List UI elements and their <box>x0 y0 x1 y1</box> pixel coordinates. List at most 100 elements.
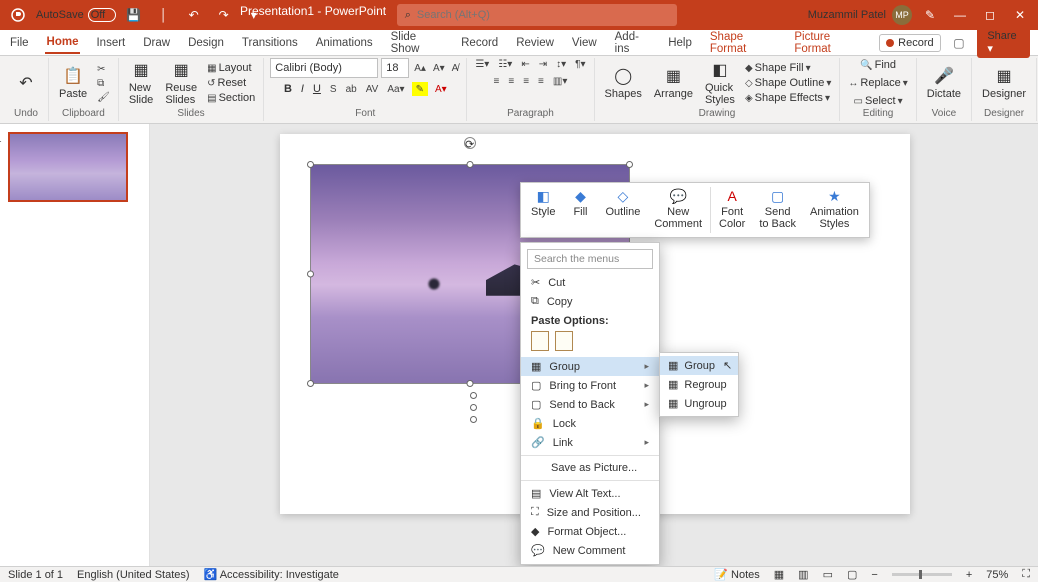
shrink-font-button[interactable]: A▾ <box>431 58 447 78</box>
user-account[interactable]: Muzammil Patel MP <box>808 5 912 25</box>
cut-button[interactable]: ✂ <box>95 63 112 76</box>
font-color-button[interactable]: A▾ <box>433 82 449 96</box>
ctx-size-position[interactable]: ⛶Size and Position... <box>521 503 659 522</box>
ctx-format-object[interactable]: ◆Format Object... <box>521 522 659 541</box>
status-accessibility[interactable]: ♿ Accessibility: Investigate <box>204 568 339 581</box>
select-button[interactable]: ▭ Select ▾ <box>852 94 905 108</box>
layout-button[interactable]: ▦ Layout <box>205 61 257 75</box>
status-notes[interactable]: 📝 Notes <box>714 568 760 581</box>
replace-button[interactable]: ↔ Replace ▾ <box>846 76 909 90</box>
status-slide[interactable]: Slide 1 of 1 <box>8 569 63 581</box>
outdent-button[interactable]: ⇤ <box>519 58 531 71</box>
restore-icon[interactable]: ◻ <box>978 3 1002 27</box>
rotate-handle[interactable]: ⟳ <box>464 137 476 149</box>
clear-format-button[interactable]: A̸ <box>450 58 461 78</box>
linespacing-button[interactable]: ↕▾ <box>554 58 568 71</box>
find-button[interactable]: 🔍 Find <box>858 58 898 72</box>
bullets-button[interactable]: ☰▾ <box>473 58 491 71</box>
font-name-select[interactable]: Calibri (Body) <box>270 58 378 78</box>
shadow-button[interactable]: ab <box>344 82 359 96</box>
pen-icon[interactable]: ✎ <box>918 3 942 27</box>
tab-slideshow[interactable]: Slide Show <box>389 27 446 59</box>
paste-option-1[interactable] <box>531 331 549 351</box>
view-sorter-icon[interactable]: ▥ <box>798 568 808 581</box>
undo-button[interactable]: ↶ <box>10 71 42 95</box>
ctx-bring-to-front[interactable]: ▢Bring to Front▸ <box>521 376 659 395</box>
shapes-button[interactable]: ◯Shapes <box>601 64 646 102</box>
shape2-handle3[interactable] <box>470 416 477 423</box>
mt-anim[interactable]: ★Animation Styles <box>804 187 865 233</box>
ctx-copy[interactable]: ⧉Copy <box>521 292 659 311</box>
shape2-handle2[interactable] <box>470 404 477 411</box>
indent-button[interactable]: ⇥ <box>537 58 549 71</box>
sub-group[interactable]: ▦Group↖ <box>660 356 738 375</box>
quickstyles-button[interactable]: ◧Quick Styles <box>701 58 739 108</box>
align-center-button[interactable]: ≡ <box>506 75 516 88</box>
paste-option-2[interactable] <box>555 331 573 351</box>
present-icon[interactable]: ▢ <box>949 31 970 55</box>
zoom-in-icon[interactable]: + <box>966 569 972 581</box>
view-reading-icon[interactable]: ▭ <box>823 568 833 581</box>
close-icon[interactable]: ✕ <box>1008 3 1032 27</box>
copy-button[interactable]: ⧉ <box>95 77 112 90</box>
mt-fill[interactable]: ◆Fill <box>563 187 597 233</box>
tab-home[interactable]: Home <box>45 32 81 54</box>
shape-fill-button[interactable]: ◆ Shape Fill ▾ <box>743 61 833 75</box>
resize-handle-nw[interactable] <box>307 161 314 168</box>
ctx-lock[interactable]: 🔒Lock <box>521 414 659 433</box>
font-size-select[interactable]: 18 <box>381 58 409 78</box>
shape2-handle1[interactable] <box>470 392 477 399</box>
mt-style[interactable]: ◧Style <box>525 187 561 233</box>
zoom-level[interactable]: 75% <box>986 569 1008 581</box>
justify-button[interactable]: ≡ <box>536 75 546 88</box>
tab-picture-format[interactable]: Picture Format <box>792 27 865 59</box>
numbering-button[interactable]: ☷▾ <box>496 58 514 71</box>
zoom-slider[interactable] <box>892 573 952 576</box>
tab-draw[interactable]: Draw <box>141 33 172 53</box>
resize-handle-ne[interactable] <box>626 161 633 168</box>
ctx-group[interactable]: ▦Group▸ <box>521 357 659 376</box>
arrange-button[interactable]: ▦Arrange <box>650 64 697 102</box>
reset-button[interactable]: ↺ Reset <box>205 76 257 90</box>
ctx-cut[interactable]: ✂Cut <box>521 273 659 292</box>
undo-icon[interactable]: ↶ <box>182 3 206 27</box>
section-button[interactable]: ▤ Section <box>205 91 257 105</box>
tab-addins[interactable]: Add-ins <box>613 27 653 59</box>
record-button[interactable]: Record <box>879 34 940 52</box>
tab-view[interactable]: View <box>570 33 599 53</box>
underline-button[interactable]: U <box>311 82 323 96</box>
highlight-button[interactable]: ✎ <box>412 82 428 96</box>
autosave-toggle[interactable]: AutoSave Off <box>36 8 116 22</box>
ctx-send-to-back[interactable]: ▢Send to Back▸ <box>521 395 659 414</box>
columns-button[interactable]: ▥▾ <box>551 75 569 88</box>
slide-canvas-area[interactable]: ⟳ ◧Style ◆Fill ◇Outline 💬New Comment AF <box>150 124 1038 566</box>
align-right-button[interactable]: ≡ <box>521 75 531 88</box>
bold-button[interactable]: B <box>282 82 294 96</box>
strike-button[interactable]: S <box>328 82 339 96</box>
minimize-icon[interactable]: ― <box>948 3 972 27</box>
tab-insert[interactable]: Insert <box>94 33 127 53</box>
fit-icon[interactable]: ⛶ <box>1022 568 1030 581</box>
resize-handle-s[interactable] <box>467 380 474 387</box>
dictate-button[interactable]: 🎤Dictate <box>923 64 965 102</box>
mt-font-color[interactable]: AFont Color <box>713 187 751 233</box>
shape-effects-button[interactable]: ◈ Shape Effects ▾ <box>743 91 833 105</box>
tab-help[interactable]: Help <box>666 33 694 53</box>
ctx-alt-text[interactable]: ▤View Alt Text... <box>521 484 659 503</box>
format-painter-button[interactable]: 🖌 <box>95 91 112 104</box>
redo-icon[interactable]: ↷ <box>212 3 236 27</box>
italic-button[interactable]: I <box>299 82 306 96</box>
align-left-button[interactable]: ≡ <box>492 75 502 88</box>
search-input[interactable] <box>417 9 669 21</box>
case-button[interactable]: Aa▾ <box>385 82 406 96</box>
tab-record[interactable]: Record <box>459 33 500 53</box>
resize-handle-w[interactable] <box>307 271 314 278</box>
tab-shape-format[interactable]: Shape Format <box>708 27 778 59</box>
new-slide-button[interactable]: ▦New Slide <box>125 58 157 108</box>
tab-file[interactable]: File <box>8 33 31 53</box>
search-box[interactable]: ⌕ <box>397 4 677 26</box>
paste-button[interactable]: 📋Paste <box>55 64 91 102</box>
shape-outline-button[interactable]: ◇ Shape Outline ▾ <box>743 76 833 90</box>
tab-animations[interactable]: Animations <box>314 33 375 53</box>
mt-new-comment[interactable]: 💬New Comment <box>648 187 708 233</box>
